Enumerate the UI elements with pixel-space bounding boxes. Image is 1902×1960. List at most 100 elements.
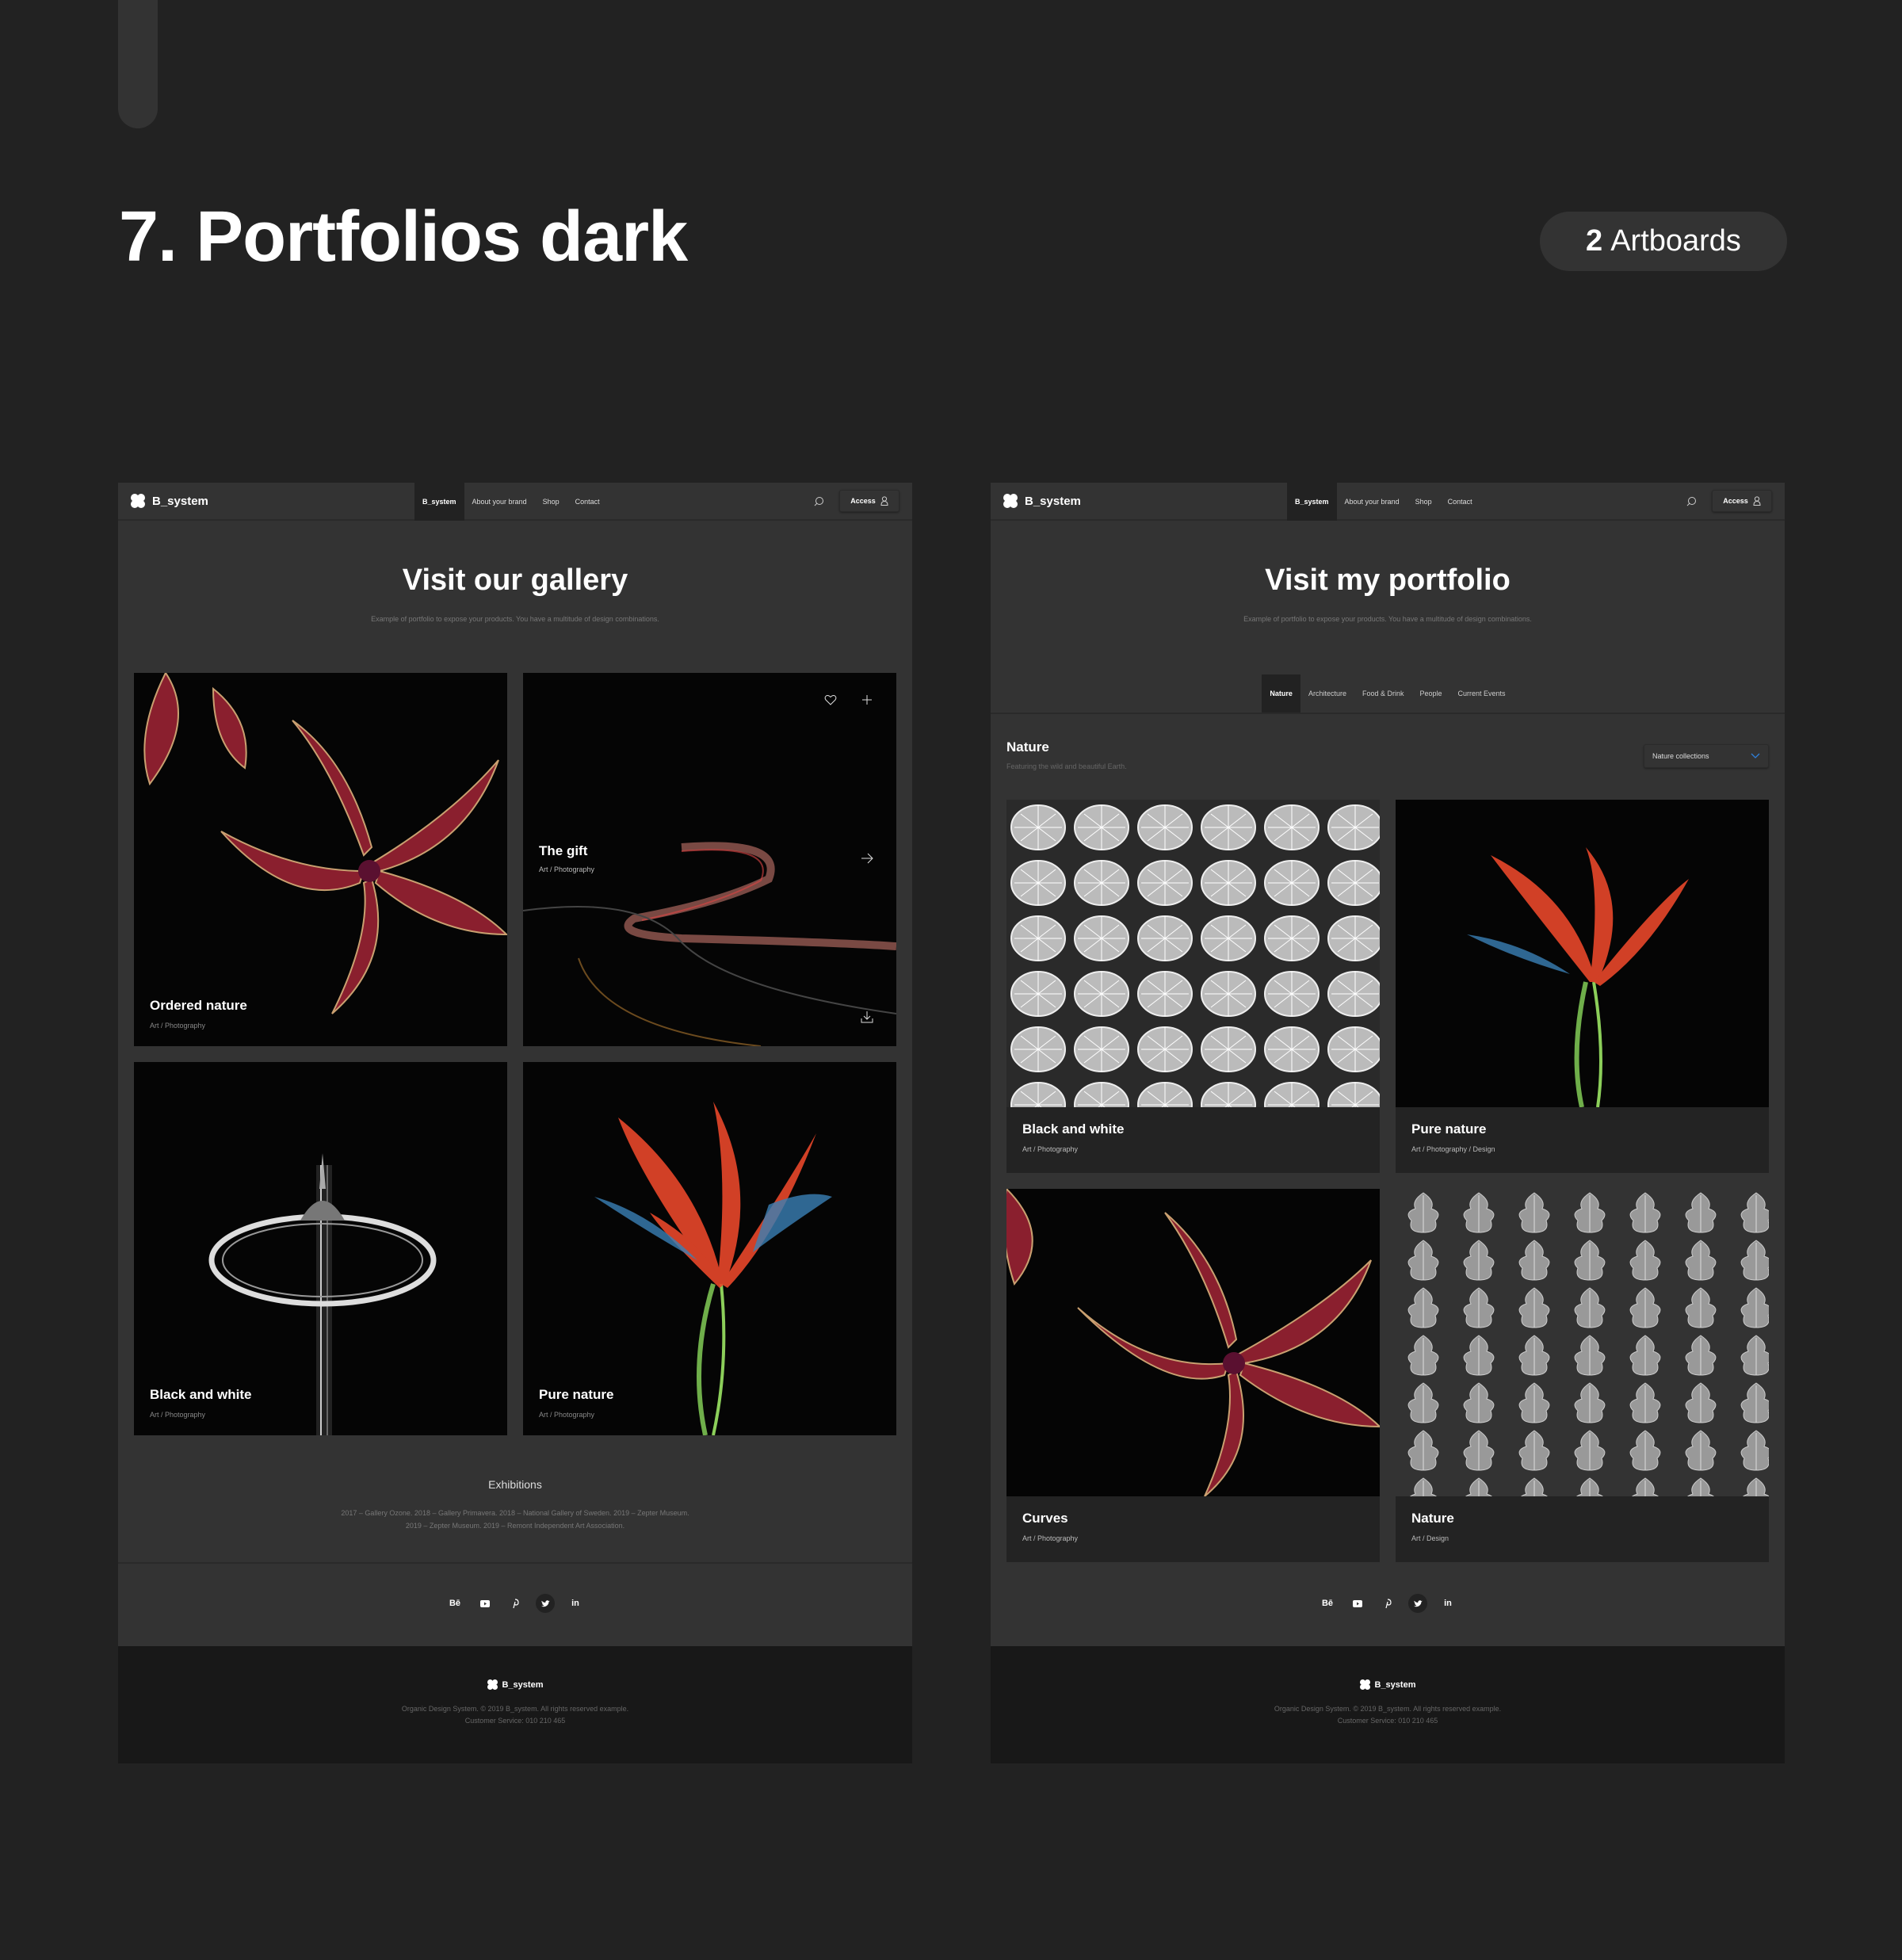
youtube-icon[interactable]	[476, 1594, 495, 1613]
footer-customer-service: Customer Service: 010 210 465	[1337, 1717, 1438, 1725]
tab-nature[interactable]: Nature	[1262, 674, 1300, 713]
linkedin-icon[interactable]: in	[566, 1594, 585, 1613]
badge-label: Artboards	[1610, 224, 1741, 258]
nav-link-contact[interactable]: Contact	[567, 483, 608, 521]
badge-count: 2	[1586, 224, 1603, 258]
card-title: Pure nature	[1411, 1121, 1487, 1137]
card-subtitle: Art / Design	[1411, 1534, 1449, 1542]
nav-link-shop[interactable]: Shop	[1407, 483, 1440, 521]
logo[interactable]: B_system	[131, 494, 208, 508]
nav-link-home[interactable]: B_system	[414, 483, 464, 521]
exhibitions-text: 2017 – Gallery Ozone. 2018 – Gallery Pri…	[341, 1509, 689, 1530]
hero-subtitle: Example of portfolio to expose your prod…	[371, 615, 659, 623]
decorative-pill	[118, 0, 158, 128]
portfolio-card[interactable]: Pure nature Art / Photography / Design	[1396, 800, 1769, 1173]
access-button[interactable]: Access	[839, 490, 899, 512]
coleus-image	[1006, 1189, 1380, 1496]
user-icon	[880, 496, 888, 506]
footer-customer-service: Customer Service: 010 210 465	[464, 1717, 566, 1725]
twitter-icon[interactable]	[536, 1594, 555, 1613]
footer-copyright: Organic Design System. © 2019 B_system. …	[401, 1705, 629, 1713]
logo-icon	[1359, 1679, 1370, 1690]
footer: B_system Organic Design System. © 2019 B…	[991, 1646, 1785, 1763]
social-links: Bē in	[118, 1594, 912, 1613]
card-title: Pure nature	[539, 1387, 614, 1402]
collections-dropdown[interactable]: Nature collections	[1644, 744, 1769, 768]
pinterest-icon[interactable]	[1378, 1594, 1397, 1613]
nav-link-about[interactable]: About your brand	[1337, 483, 1407, 521]
pinterest-icon[interactable]	[506, 1594, 525, 1613]
search-icon[interactable]	[812, 495, 825, 508]
section-subtitle: Featuring the wild and beautiful Earth.	[1006, 762, 1127, 770]
nav-link-contact[interactable]: Contact	[1440, 483, 1480, 521]
twitter-icon[interactable]	[1408, 1594, 1427, 1613]
card-title: Black and white	[1022, 1121, 1125, 1137]
bw-oak-leaves-image	[1396, 1189, 1769, 1496]
tower-image	[208, 1153, 437, 1435]
logo-text: B_system	[152, 494, 208, 508]
tab-current-events[interactable]: Current Events	[1450, 674, 1514, 713]
flower-image	[594, 1102, 832, 1435]
linkedin-icon[interactable]: in	[1438, 1594, 1457, 1613]
portfolio-card[interactable]: Curves Art / Photography	[1006, 1189, 1380, 1562]
card-title: Ordered nature	[150, 998, 247, 1013]
footer-logo[interactable]: B_system	[487, 1679, 543, 1690]
search-icon[interactable]	[1685, 495, 1698, 508]
flower-image	[1396, 800, 1769, 1107]
gallery-card-featured[interactable]: The gift Art / Photography	[523, 673, 896, 1046]
card-subtitle: Art / Photography	[150, 1022, 206, 1030]
gallery-card[interactable]: Pure nature Art / Photography	[523, 1062, 896, 1435]
gallery-card[interactable]: Ordered nature Art / Photography	[134, 673, 507, 1046]
card-subtitle: Art / Photography	[1022, 1145, 1079, 1153]
footer-logo[interactable]: B_system	[1359, 1679, 1416, 1690]
heart-icon[interactable]	[824, 693, 837, 706]
artboard-portfolio: B_system B_system About your brand Shop …	[991, 483, 1785, 1763]
youtube-icon[interactable]	[1348, 1594, 1367, 1613]
tab-food-drink[interactable]: Food & Drink	[1354, 674, 1412, 713]
logo-icon	[1003, 494, 1018, 508]
logo-icon	[131, 494, 145, 508]
arrow-right-icon[interactable]	[861, 852, 873, 865]
card-subtitle: Art / Photography	[539, 865, 595, 873]
section-title: Nature	[1006, 739, 1049, 755]
access-button[interactable]: Access	[1712, 490, 1772, 512]
divider	[118, 1562, 912, 1564]
footer: B_system Organic Design System. © 2019 B…	[118, 1646, 912, 1763]
coleus-image	[143, 673, 507, 1014]
nav-link-about[interactable]: About your brand	[464, 483, 535, 521]
access-label: Access	[1723, 497, 1748, 505]
hero: Visit our gallery Example of portfolio t…	[118, 521, 912, 623]
card-title: Curves	[1022, 1511, 1068, 1526]
logo[interactable]: B_system	[1003, 494, 1081, 508]
access-label: Access	[850, 497, 876, 505]
hero-title: Visit our gallery	[402, 564, 628, 597]
gallery-card[interactable]: Black and white Art / Photography	[134, 1062, 507, 1435]
footer-copyright: Organic Design System. © 2019 B_system. …	[1274, 1705, 1502, 1713]
download-icon[interactable]	[861, 1011, 873, 1023]
page-title: 7. Portfolios dark	[119, 197, 688, 277]
card-subtitle: Art / Photography	[539, 1411, 595, 1419]
card-subtitle: Art / Photography / Design	[1411, 1145, 1495, 1153]
card-subtitle: Art / Photography	[1022, 1534, 1079, 1542]
card-title: The gift	[539, 843, 588, 858]
footer-logo-text: B_system	[1374, 1679, 1416, 1690]
bw-leaves-image	[1006, 800, 1380, 1107]
behance-icon[interactable]: Bē	[1318, 1594, 1337, 1613]
hero-subtitle: Example of portfolio to expose your prod…	[1243, 615, 1532, 623]
tab-people[interactable]: People	[1412, 674, 1450, 713]
logo-text: B_system	[1025, 494, 1081, 508]
tab-architecture[interactable]: Architecture	[1300, 674, 1354, 713]
nav-link-shop[interactable]: Shop	[535, 483, 567, 521]
top-nav: B_system B_system About your brand Shop …	[118, 483, 912, 521]
card-title: Nature	[1411, 1511, 1454, 1526]
portfolio-card[interactable]: Black and white Art / Photography	[1006, 800, 1380, 1173]
behance-icon[interactable]: Bē	[445, 1594, 464, 1613]
social-links: Bē in	[991, 1594, 1785, 1613]
top-nav: B_system B_system About your brand Shop …	[991, 483, 1785, 521]
chevron-down-icon	[1751, 753, 1760, 758]
plus-icon[interactable]	[861, 693, 873, 706]
artboards-badge: 2 Artboards	[1540, 212, 1787, 271]
portfolio-card[interactable]: Nature Art / Design	[1396, 1189, 1769, 1562]
nav-link-home[interactable]: B_system	[1287, 483, 1337, 521]
card-title: Black and white	[150, 1387, 252, 1402]
